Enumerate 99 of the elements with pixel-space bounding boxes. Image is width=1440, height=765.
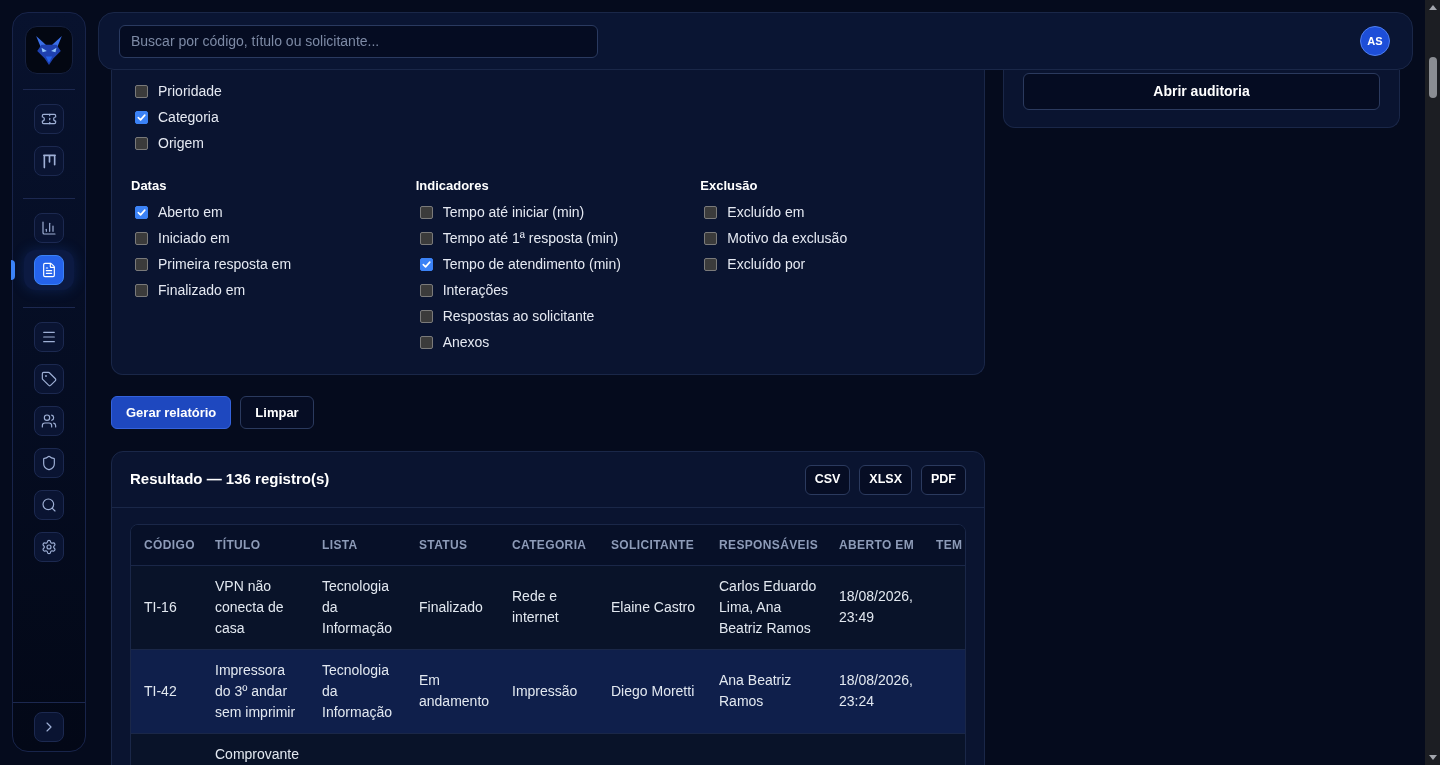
- checkbox[interactable]: [419, 309, 433, 323]
- logo-tile[interactable]: [25, 26, 73, 74]
- checkbox[interactable]: [135, 283, 148, 297]
- kanban-icon: [41, 153, 57, 169]
- user-avatar[interactable]: AS: [1360, 26, 1390, 56]
- table-cell: Ana Beatriz Ramos: [706, 649, 826, 733]
- checkbox-label[interactable]: Primeira resposta em: [158, 254, 292, 274]
- checkbox-label[interactable]: Aberto em: [158, 202, 223, 222]
- result-title: Resultado — 136 registro(s): [130, 469, 330, 490]
- document-icon: [41, 262, 57, 278]
- column-header: CÓDIGO: [131, 525, 202, 565]
- table-cell: Impressora do 3º andar sem imprimir: [202, 649, 309, 733]
- checkbox[interactable]: [135, 231, 148, 245]
- fox-head-logo-icon: [35, 35, 63, 65]
- table-row[interactable]: Comprovante: [131, 733, 965, 765]
- table-cell: Tecnologia da Informação: [309, 565, 406, 649]
- scroll-up-arrow-icon: [1428, 5, 1437, 10]
- table-cell: VPN não conecta de casa: [202, 565, 309, 649]
- column-header: LISTA: [309, 525, 406, 565]
- nav-button[interactable]: [34, 532, 64, 562]
- table-cell: Elaine Castro: [598, 565, 706, 649]
- table-cell: 18/08/2026, 23:49: [826, 565, 923, 649]
- checkbox-label[interactable]: Iniciado em: [158, 228, 230, 248]
- nav-button[interactable]: [34, 255, 64, 285]
- scroll-down-arrow-icon: [1428, 755, 1437, 760]
- checkbox-label[interactable]: Motivo da exclusão: [727, 228, 848, 248]
- table-cell: Diego Moretti: [598, 649, 706, 733]
- search-field[interactable]: Buscar por código, título ou solicitante...: [119, 24, 598, 58]
- checkbox-label[interactable]: Excluído em: [727, 202, 805, 222]
- ticket-icon: [41, 111, 57, 127]
- checkbox-label[interactable]: Tempo até iniciar (min): [442, 202, 585, 222]
- column-header: TEM: [923, 525, 965, 565]
- nav-button[interactable]: [34, 364, 64, 394]
- checkbox[interactable]: [704, 231, 718, 245]
- checkbox-label[interactable]: Respostas ao solicitante: [442, 306, 595, 326]
- nav-button[interactable]: [34, 146, 64, 176]
- table-cell: Tecnologia da Informação: [309, 649, 406, 733]
- table-cell: Carlos Eduardo Lima, Ana Beatriz Ramos: [706, 565, 826, 649]
- open-audit-button[interactable]: Abrir auditoria: [1023, 73, 1380, 110]
- table-cell: Rede e internet: [499, 565, 598, 649]
- column-header: TÍTULO: [202, 525, 309, 565]
- checkbox[interactable]: [135, 257, 148, 271]
- group-heading: Indicadores: [415, 177, 490, 195]
- column-header: STATUS: [406, 525, 499, 565]
- table-cell: TI-42: [131, 649, 202, 733]
- checkbox[interactable]: [419, 283, 433, 297]
- users-icon: [41, 413, 57, 429]
- table-cell: Em andamento: [406, 649, 499, 733]
- column-header: SOLICITANTE: [598, 525, 706, 565]
- checkbox[interactable]: [704, 205, 718, 219]
- checkbox-label[interactable]: Excluído por: [727, 254, 806, 274]
- shield-icon: [41, 455, 57, 471]
- table-cell: 18/08/2026, 23:24: [826, 649, 923, 733]
- column-header: CATEGORIA: [499, 525, 598, 565]
- nav-button[interactable]: [34, 322, 64, 352]
- column-header: RESPONSÁVEIS: [706, 525, 826, 565]
- nav-button[interactable]: [34, 448, 64, 478]
- checkbox[interactable]: [419, 205, 433, 219]
- checkbox-label[interactable]: Interações: [442, 280, 509, 300]
- active-indicator: [11, 260, 15, 280]
- table-cell: Comprovante: [202, 733, 309, 765]
- collapse-button[interactable]: [34, 712, 64, 742]
- checkbox[interactable]: [704, 257, 718, 271]
- table-row[interactable]: TI-16 VPN não conecta de casa Tecnologia da Informação Finalizado Rede e internet Elaine Castro Carlos Eduardo Lima, Ana Beatriz Ramos 18/08/2026, 23:49: [131, 565, 965, 649]
- table-cell: Finalizado: [406, 565, 499, 649]
- checkbox-label[interactable]: Categoria: [158, 107, 219, 127]
- checkbox[interactable]: [419, 257, 433, 271]
- checkbox-label[interactable]: Tempo de atendimento (min): [442, 254, 621, 274]
- checkbox[interactable]: [135, 110, 148, 124]
- group-heading: Datas: [131, 177, 168, 195]
- checkbox-label[interactable]: Anexos: [442, 332, 490, 352]
- scrollbar-thumb[interactable]: [1428, 57, 1437, 98]
- checkbox[interactable]: [419, 335, 433, 349]
- checkbox[interactable]: [135, 205, 148, 219]
- group-heading: Exclusão: [700, 177, 759, 195]
- table-cell: TI-16: [131, 565, 202, 649]
- checkbox-label[interactable]: Finalizado em: [158, 280, 246, 300]
- table-row[interactable]: TI-42 Impressora do 3º andar sem imprimir Tecnologia da Informação Em andamento Impressão Diego Moretti Ana Beatriz Ramos 18/08/2026, 23:24: [131, 649, 965, 733]
- export-button[interactable]: XLSX: [859, 464, 912, 495]
- checkbox-label[interactable]: Prioridade: [158, 81, 222, 101]
- nav-button[interactable]: [34, 104, 64, 134]
- search-icon: [41, 497, 57, 513]
- column-header: ABERTO EM: [826, 525, 923, 565]
- checkbox[interactable]: [135, 84, 148, 98]
- settings-icon: [41, 539, 57, 555]
- menu-icon: [41, 329, 57, 345]
- checkbox[interactable]: [135, 136, 148, 150]
- export-button[interactable]: CSV: [804, 464, 851, 495]
- clear-button[interactable]: Limpar: [240, 396, 314, 429]
- checkbox-label[interactable]: Tempo até 1ª resposta (min): [442, 228, 619, 248]
- bar-chart-icon: [41, 220, 57, 236]
- checkbox-label[interactable]: Origem: [158, 133, 204, 153]
- nav-button[interactable]: [34, 406, 64, 436]
- generate-report-button[interactable]: Gerar relatório: [111, 396, 232, 429]
- checkbox[interactable]: [419, 231, 433, 245]
- export-button[interactable]: PDF: [921, 464, 966, 495]
- tag-icon: [41, 371, 57, 387]
- table-cell: Impressão: [499, 649, 598, 733]
- nav-button[interactable]: [34, 490, 64, 520]
